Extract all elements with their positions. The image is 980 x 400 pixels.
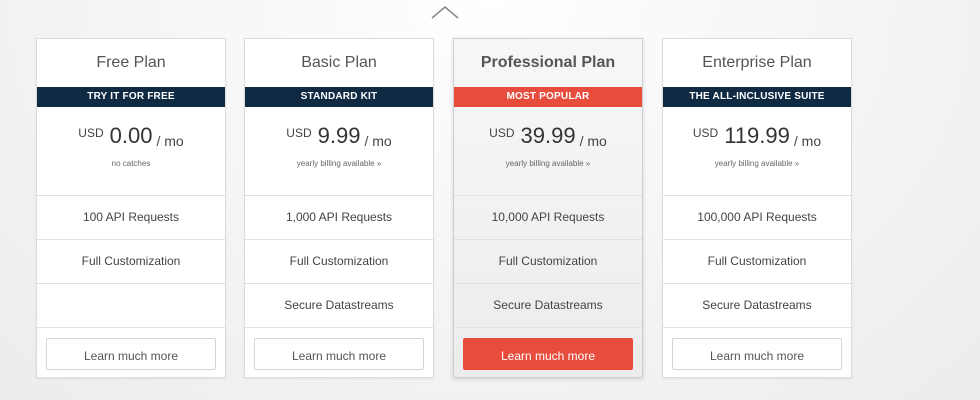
feature-item: Full Customization <box>663 240 851 284</box>
learn-more-button[interactable]: Learn much more <box>46 338 216 370</box>
feature-item <box>37 284 225 328</box>
feature-item: Secure Datastreams <box>454 284 642 328</box>
feature-item: Secure Datastreams <box>245 284 433 328</box>
feature-item: Full Customization <box>245 240 433 284</box>
feature-item: 100 API Requests <box>37 196 225 240</box>
feature-item: 1,000 API Requests <box>245 196 433 240</box>
price-currency: USD <box>78 126 104 140</box>
plan-ribbon: TRY IT FOR FREE <box>37 87 225 107</box>
plan-ribbon: MOST POPULAR <box>454 87 642 107</box>
price-currency: USD <box>692 126 719 140</box>
plan-card-enterprise: Enterprise Plan THE ALL-INCLUSIVE SUITE … <box>662 38 852 378</box>
price-currency: USD <box>286 126 312 140</box>
yearly-billing-link[interactable]: yearly billing available » <box>245 159 433 168</box>
price-block: USD 119.99 / mo yearly billing available… <box>663 107 851 196</box>
feature-item: Full Customization <box>454 240 642 284</box>
price-amount: 0.00 <box>109 123 153 148</box>
price-period: / mo <box>364 133 392 149</box>
feature-item: 10,000 API Requests <box>454 196 642 240</box>
price-period: / mo <box>793 133 822 149</box>
price-note: no catches <box>111 159 151 168</box>
price-amount: 119.99 <box>724 123 790 148</box>
plan-name: Professional Plan <box>480 54 616 71</box>
plan-card-free: Free Plan TRY IT FOR FREE USD 0.00 / mo … <box>36 38 226 378</box>
plan-name: Enterprise Plan <box>702 54 812 71</box>
plan-ribbon: STANDARD KIT <box>245 87 433 107</box>
feature-item: 100,000 API Requests <box>663 196 851 240</box>
price-amount: 39.99 <box>520 123 576 148</box>
learn-more-button[interactable]: Learn much more <box>672 338 842 370</box>
learn-more-button[interactable]: Learn much more <box>254 338 424 370</box>
plan-card-professional: Professional Plan MOST POPULAR USD 39.99… <box>453 38 643 378</box>
price-block: USD 0.00 / mo no catches <box>37 107 225 196</box>
yearly-billing-link[interactable]: yearly billing available » <box>663 159 851 168</box>
plan-name: Free Plan <box>96 54 166 71</box>
price-block: USD 9.99 / mo yearly billing available » <box>245 107 433 196</box>
plan-name: Basic Plan <box>301 54 377 71</box>
price-currency: USD <box>489 126 515 140</box>
feature-item: Full Customization <box>37 240 225 284</box>
chevron-up-icon[interactable] <box>430 4 460 20</box>
plan-card-basic: Basic Plan STANDARD KIT USD 9.99 / mo ye… <box>244 38 434 378</box>
feature-item: Secure Datastreams <box>663 284 851 328</box>
price-period: / mo <box>156 133 184 149</box>
price-block: USD 39.99 / mo yearly billing available … <box>454 107 642 196</box>
plan-ribbon: THE ALL-INCLUSIVE SUITE <box>663 87 851 107</box>
learn-more-button[interactable]: Learn much more <box>463 338 633 370</box>
yearly-billing-link[interactable]: yearly billing available » <box>454 159 642 168</box>
price-amount: 9.99 <box>317 123 361 148</box>
pricing-table: Free Plan TRY IT FOR FREE USD 0.00 / mo … <box>36 38 856 380</box>
price-period: / mo <box>579 133 607 149</box>
